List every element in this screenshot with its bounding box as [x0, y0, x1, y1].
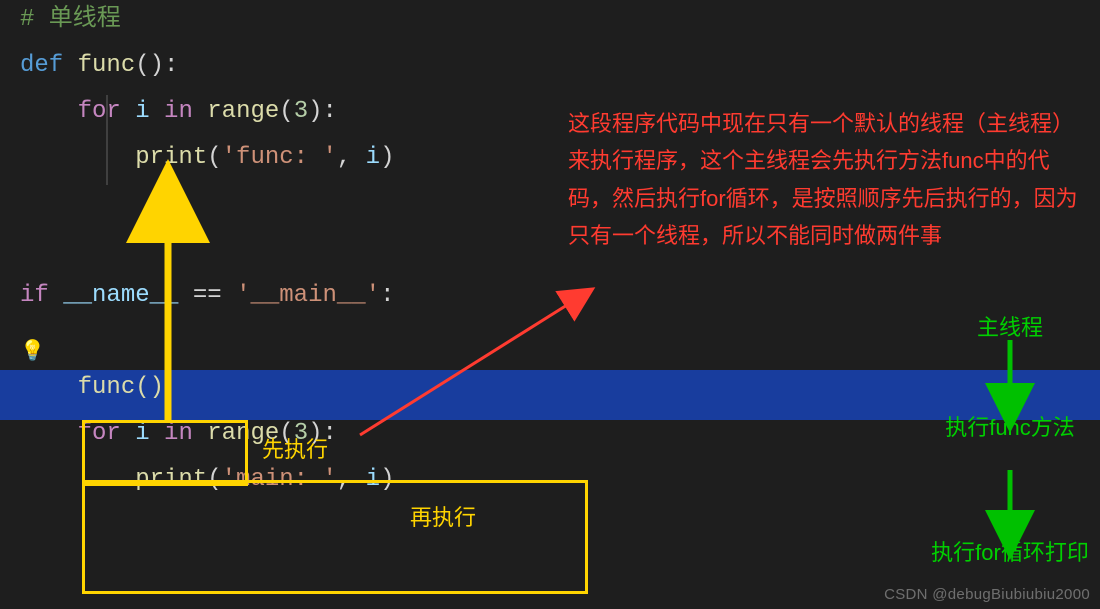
arrow-green-1 [0, 0, 1100, 609]
